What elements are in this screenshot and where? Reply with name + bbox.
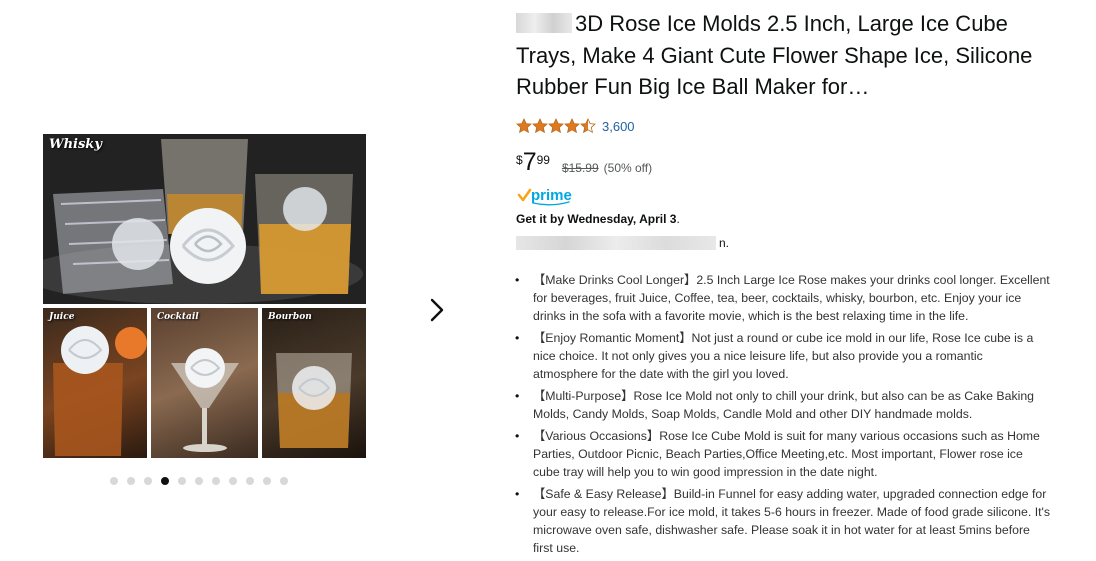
- feature-bullets: 【Make Drinks Cool Longer】2.5 Inch Large …: [515, 271, 1051, 561]
- juice-glass-illustration: [53, 326, 147, 456]
- price-fraction: 99: [536, 153, 550, 167]
- star-full-icon: [564, 118, 580, 134]
- delivery-date: Get it by Wednesday, April 3: [516, 212, 677, 226]
- product-title: 3D Rose Ice Molds 2.5 Inch, Large Ice Cu…: [516, 8, 1056, 103]
- carousel-dot[interactable]: [127, 477, 135, 485]
- carousel-dot[interactable]: [229, 477, 237, 485]
- carousel-dot[interactable]: [144, 477, 152, 485]
- star-rating-icon[interactable]: [516, 118, 596, 134]
- rating-count-link[interactable]: 3,600: [602, 119, 635, 134]
- whisky-label: Whisky: [49, 137, 102, 152]
- star-full-icon: [516, 118, 532, 134]
- product-image-gallery[interactable]: Whisky Juice Cocktail Bourbon: [43, 134, 366, 458]
- next-image-button[interactable]: [424, 296, 448, 324]
- image-carousel-dots: [110, 477, 288, 485]
- feature-bullet: 【Safe & Easy Release】Build-in Funnel for…: [515, 485, 1051, 557]
- rating-row: 3,600: [516, 118, 635, 134]
- feature-bullet: 【Various Occasions】Rose Ice Cube Mold is…: [515, 427, 1051, 481]
- star-full-icon: [532, 118, 548, 134]
- price-whole: 7: [522, 148, 537, 176]
- main-product-image[interactable]: Whisky: [43, 134, 366, 304]
- feature-bullet: 【Multi-Purpose】Rose Ice Mold not only to…: [515, 387, 1051, 423]
- discount-percent: (50% off): [603, 161, 653, 175]
- prime-logo-icon: prime: [517, 187, 572, 206]
- chevron-right-icon: [430, 298, 444, 322]
- price-block: $ 7 99 $15.99 (50% off): [516, 149, 652, 175]
- bourbon-image-tile[interactable]: Bourbon: [262, 308, 366, 458]
- redacted-text-tail: n.: [719, 236, 730, 250]
- delivery-period: .: [676, 212, 680, 226]
- prime-label: prime: [531, 187, 572, 204]
- redacted-brand: [516, 13, 572, 33]
- juice-image-tile[interactable]: Juice: [43, 308, 147, 458]
- carousel-dot[interactable]: [195, 477, 203, 485]
- star-full-icon: [548, 118, 564, 134]
- redacted-text: [516, 236, 716, 250]
- juice-label: Juice: [49, 312, 75, 322]
- feature-bullet: 【Make Drinks Cool Longer】2.5 Inch Large …: [515, 271, 1051, 325]
- carousel-dot[interactable]: [280, 477, 288, 485]
- feature-bullet: 【Enjoy Romantic Moment】Not just a round …: [515, 329, 1051, 383]
- carousel-dot-active[interactable]: [161, 477, 169, 485]
- bourbon-label: Bourbon: [268, 312, 312, 322]
- product-title-text: 3D Rose Ice Molds 2.5 Inch, Large Ice Cu…: [516, 11, 1033, 99]
- carousel-dot[interactable]: [246, 477, 254, 485]
- cocktail-image-tile[interactable]: Cocktail: [151, 308, 258, 458]
- carousel-dot[interactable]: [178, 477, 186, 485]
- prime-badge: prime: [517, 186, 577, 211]
- star-half-icon: [580, 118, 596, 134]
- list-price: $15.99: [561, 161, 599, 175]
- price-symbol: $: [516, 153, 523, 167]
- carousel-dot[interactable]: [212, 477, 220, 485]
- cocktail-glass-illustration: [171, 348, 239, 452]
- bourbon-glass-illustration: [276, 353, 352, 448]
- carousel-dot[interactable]: [263, 477, 271, 485]
- carousel-dot[interactable]: [110, 477, 118, 485]
- delivery-estimate: Get it by Wednesday, April 3.: [516, 212, 680, 226]
- whisky-glasses-illustration: [43, 134, 366, 304]
- cocktail-label: Cocktail: [157, 312, 199, 322]
